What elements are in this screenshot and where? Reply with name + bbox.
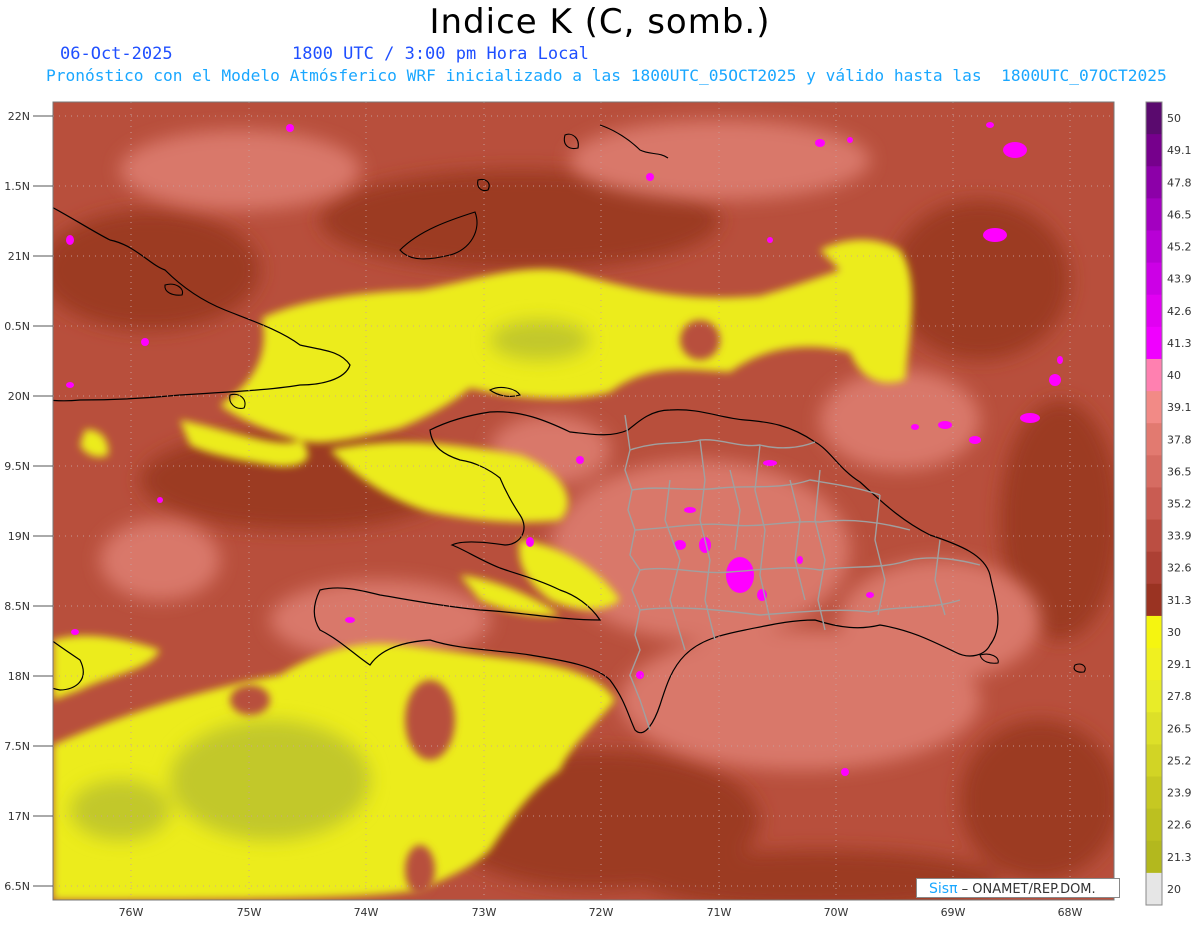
lat-label: 19N <box>8 530 30 543</box>
lon-label: 75W <box>237 906 262 919</box>
colorbar-swatch <box>1146 744 1162 778</box>
colorbar-label: 42.6 <box>1167 305 1192 318</box>
colorbar-label: 39.1 <box>1167 401 1192 414</box>
lon-label: 76W <box>119 906 144 919</box>
sis-logo-text: Sisπ <box>929 881 958 897</box>
colorbar-label: 41.3 <box>1167 337 1192 350</box>
colorbar-swatch <box>1146 423 1162 456</box>
colorbar-swatch <box>1146 648 1162 681</box>
lat-label: 21N <box>8 250 30 263</box>
colorbar-label: 29.1 <box>1167 658 1192 671</box>
colorbar-label: 50 <box>1167 112 1181 125</box>
colorbar-label: 49.1 <box>1167 144 1192 157</box>
colorbar-label: 43.9 <box>1167 273 1192 286</box>
lat-label: 9.5N <box>4 460 30 473</box>
lat-label: 6.5N <box>4 880 30 893</box>
colorbar-swatch <box>1146 166 1162 199</box>
lon-label: 73W <box>472 906 497 919</box>
colorbar-swatch <box>1146 840 1162 874</box>
lat-label: 18N <box>8 670 30 683</box>
colorbar-swatch <box>1146 230 1162 264</box>
colorbar-label: 45.2 <box>1167 241 1192 254</box>
colorbar-swatch <box>1146 391 1162 424</box>
colorbar-swatch <box>1146 294 1162 328</box>
colorbar-label: 23.9 <box>1167 787 1192 800</box>
k-index-map: 22N 1.5N 21N 0.5N 20N 9.5N 19N 8.5N 18N … <box>4 101 1192 919</box>
colorbar-label: 27.8 <box>1167 690 1192 703</box>
colorbar-swatch <box>1146 776 1162 810</box>
colorbar-label: 21.3 <box>1167 851 1192 864</box>
lat-label: 8.5N <box>4 600 30 613</box>
colorbar-label: 35.2 <box>1167 498 1192 511</box>
colorbar-swatch <box>1146 519 1162 553</box>
colorbar-label: 22.6 <box>1167 819 1192 832</box>
colorbar-label: 46.5 <box>1167 208 1192 221</box>
colorbar-swatch <box>1146 808 1162 842</box>
latitude-axis: 22N 1.5N 21N 0.5N 20N 9.5N 19N 8.5N 18N … <box>4 110 53 893</box>
lon-label: 69W <box>941 906 966 919</box>
colorbar-label: 37.8 <box>1167 433 1192 446</box>
colorbar-swatch <box>1146 680 1162 713</box>
lon-label: 68W <box>1058 906 1083 919</box>
colorbar-label: 20 <box>1167 883 1181 896</box>
colorbar-swatch <box>1146 455 1162 488</box>
lat-label: 22N <box>8 110 30 123</box>
lat-label: 0.5N <box>4 320 30 333</box>
colorbar-swatch <box>1146 583 1162 617</box>
colorbar-swatch <box>1146 872 1162 906</box>
lon-label: 70W <box>824 906 849 919</box>
credit-text: – ONAMET/REP.DOM. <box>961 882 1096 897</box>
lat-label: 7.5N <box>4 740 30 753</box>
colorbar-swatch <box>1146 358 1162 392</box>
colorbar-swatch <box>1146 615 1162 649</box>
colorbar-label: 36.5 <box>1167 465 1192 478</box>
colorbar-swatch <box>1146 262 1162 296</box>
lat-label: 1.5N <box>4 180 30 193</box>
colorbar-swatch <box>1146 134 1162 167</box>
lat-label: 20N <box>8 390 30 403</box>
colorbar-swatch <box>1146 198 1162 231</box>
colorbar-label: 25.2 <box>1167 754 1192 767</box>
colorbar-label: 30 <box>1167 626 1181 639</box>
colorbar: 50 49.1 47.8 46.5 45.2 43.9 42.6 41.3 40 39.1 37.8… <box>1145 101 1192 906</box>
colorbar-swatch <box>1146 487 1162 521</box>
colorbar-swatch <box>1146 326 1162 360</box>
colorbar-label: 33.9 <box>1167 530 1192 543</box>
lat-label: 17N <box>8 810 30 823</box>
map-field <box>53 102 1114 900</box>
colorbar-swatch <box>1146 551 1162 585</box>
colorbar-label: 47.8 <box>1167 176 1192 189</box>
colorbar-label: 32.6 <box>1167 562 1192 575</box>
colorbar-label: 31.3 <box>1167 594 1192 607</box>
colorbar-swatch <box>1146 102 1162 135</box>
longitude-axis: 76W 75W 74W 73W 72W 71W 70W 69W 68W <box>119 906 1083 919</box>
lon-label: 71W <box>707 906 732 919</box>
lon-label: 72W <box>589 906 614 919</box>
colorbar-label: 40 <box>1167 369 1181 382</box>
credit-label: Sisπ – ONAMET/REP.DOM. <box>916 878 1120 898</box>
colorbar-label: 26.5 <box>1167 722 1192 735</box>
colorbar-swatch <box>1146 712 1162 745</box>
lon-label: 74W <box>354 906 379 919</box>
